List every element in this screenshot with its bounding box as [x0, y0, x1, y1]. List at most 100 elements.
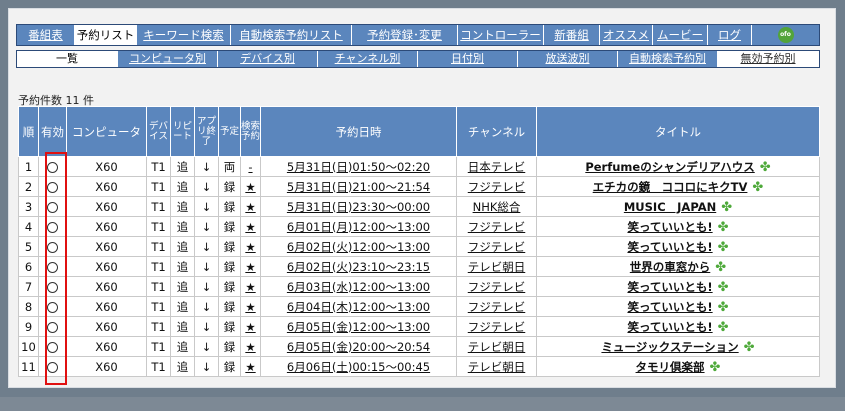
row-title-link[interactable]: エチカの鏡 ココロにキクTV ✤ [536, 176, 820, 197]
table-row[interactable]: 11 X60 T1 追 ↓ 録 ★ 6月06日(土)00:15～00:45 テレビ朝日 タモリ倶楽… [18, 356, 820, 377]
table-row[interactable]: 2 X60 T1 追 ↓ 録 ★ 5月31日(日)21:00～21:54 フジテレビ エチカの鏡 … [18, 176, 820, 197]
clover-icon[interactable]: ✤ [715, 260, 726, 275]
clover-icon[interactable]: ✤ [744, 340, 755, 355]
clover-icon[interactable]: ✤ [760, 160, 771, 175]
clover-icon[interactable]: ✤ [718, 300, 729, 315]
row-channel-link[interactable]: フジテレビ [456, 216, 537, 237]
row-title-link[interactable]: ミュージックステーション ✤ [536, 336, 820, 357]
nav-logo-cell[interactable]: ofo [752, 25, 819, 45]
clover-icon[interactable]: ✤ [718, 240, 729, 255]
nav-tab-reservation-list[interactable]: 予約リスト [75, 25, 137, 45]
row-datetime-link[interactable]: 6月02日(火)23:10～23:15 [260, 256, 457, 277]
title-text[interactable]: 笑っていいとも! [627, 280, 712, 294]
title-text[interactable]: 笑っていいとも! [627, 320, 712, 334]
row-datetime-link[interactable]: 6月05日(金)12:00～13:00 [260, 316, 457, 337]
enabled-toggle[interactable] [38, 156, 67, 177]
row-channel-link[interactable]: テレビ朝日 [456, 256, 537, 277]
subnav-tab-by-auto-search[interactable]: 自動検索予約別 [618, 51, 718, 67]
row-channel-link[interactable]: フジテレビ [456, 276, 537, 297]
circle-icon[interactable] [47, 321, 58, 333]
table-row[interactable]: 10 X60 T1 追 ↓ 録 ★ 6月05日(金)20:00～20:54 テレビ朝日 ミュージッ… [18, 336, 820, 357]
row-datetime-link[interactable]: 6月04日(木)12:00～13:00 [260, 296, 457, 317]
row-title-link[interactable]: タモリ倶楽部 ✤ [536, 356, 820, 377]
circle-icon[interactable] [47, 261, 58, 273]
row-datetime-link[interactable]: 6月02日(火)12:00～13:00 [260, 236, 457, 257]
nav-tab-reservation-edit[interactable]: 予約登録･変更 [352, 25, 458, 45]
clover-icon[interactable]: ✤ [710, 360, 721, 375]
circle-icon[interactable] [47, 221, 58, 233]
circle-icon[interactable] [47, 341, 58, 353]
title-text[interactable]: タモリ倶楽部 [636, 360, 705, 374]
clover-icon[interactable]: ✤ [752, 180, 763, 195]
row-datetime-link[interactable]: 6月06日(土)00:15～00:45 [260, 356, 457, 377]
enabled-toggle[interactable] [38, 336, 67, 357]
circle-icon[interactable] [47, 181, 58, 193]
enabled-toggle[interactable] [38, 216, 67, 237]
nav-tab-movie[interactable]: ムービー [653, 25, 708, 45]
row-datetime-link[interactable]: 6月05日(金)20:00～20:54 [260, 336, 457, 357]
row-datetime-link[interactable]: 5月31日(日)23:30～00:00 [260, 196, 457, 217]
circle-icon[interactable] [47, 201, 58, 213]
row-channel-link[interactable]: テレビ朝日 [456, 356, 537, 377]
row-channel-link[interactable]: テレビ朝日 [456, 336, 537, 357]
row-title-link[interactable]: 笑っていいとも! ✤ [536, 216, 820, 237]
nav-tab-keyword-search[interactable]: キーワード検索 [137, 25, 231, 45]
row-datetime-link[interactable]: 5月31日(日)01:50～02:20 [260, 156, 457, 177]
title-text[interactable]: Perfumeのシャンデリアハウス [585, 160, 754, 174]
nav-tab-log[interactable]: ログ [708, 25, 752, 45]
enabled-toggle[interactable] [38, 316, 67, 337]
row-datetime-link[interactable]: 6月03日(水)12:00～13:00 [260, 276, 457, 297]
title-text[interactable]: 笑っていいとも! [627, 240, 712, 254]
table-row[interactable]: 8 X60 T1 追 ↓ 録 ★ 6月04日(木)12:00～13:00 フジテレビ 笑っていいと… [18, 296, 820, 317]
row-datetime-link[interactable]: 5月31日(日)21:00～21:54 [260, 176, 457, 197]
clover-icon[interactable]: ✤ [718, 280, 729, 295]
row-channel-link[interactable]: フジテレビ [456, 236, 537, 257]
row-datetime-link[interactable]: 6月01日(月)12:00～13:00 [260, 216, 457, 237]
enabled-toggle[interactable] [38, 176, 67, 197]
nav-tab-new-programs[interactable]: 新番組 [544, 25, 600, 45]
table-row[interactable]: 1 X60 T1 追 ↓ 両 -5月31日(日)01:50～02:20 日本テレビ Perfum… [18, 156, 820, 177]
row-title-link[interactable]: 笑っていいとも! ✤ [536, 316, 820, 337]
enabled-toggle[interactable] [38, 256, 67, 277]
enabled-toggle[interactable] [38, 296, 67, 317]
subnav-tab-by-channel[interactable]: チャンネル別 [318, 51, 418, 67]
subnav-tab-all[interactable]: 一覧 [17, 51, 118, 67]
nav-tab-controller[interactable]: コントローラー [458, 25, 544, 45]
subnav-tab-by-computer[interactable]: コンピュータ別 [118, 51, 218, 67]
circle-icon[interactable] [47, 361, 58, 373]
table-row[interactable]: 3 X60 T1 追 ↓ 録 ★ 5月31日(日)23:30～00:00 NHK総合 MUSIC … [18, 196, 820, 217]
table-row[interactable]: 6 X60 T1 追 ↓ 録 ★ 6月02日(火)23:10～23:15 テレビ朝日 世界の車窓か… [18, 256, 820, 277]
title-text[interactable]: ミュージックステーション [601, 340, 738, 354]
nav-tab-program-guide[interactable]: 番組表 [17, 25, 75, 45]
enabled-toggle[interactable] [38, 196, 67, 217]
row-title-link[interactable]: 笑っていいとも! ✤ [536, 236, 820, 257]
subnav-tab-by-date[interactable]: 日付別 [418, 51, 518, 67]
circle-icon[interactable] [47, 161, 58, 173]
row-channel-link[interactable]: フジテレビ [456, 296, 537, 317]
row-title-link[interactable]: 笑っていいとも! ✤ [536, 296, 820, 317]
row-title-link[interactable]: MUSIC JAPAN ✤ [536, 196, 820, 217]
clover-icon[interactable]: ✤ [718, 220, 729, 235]
circle-icon[interactable] [47, 301, 58, 313]
table-row[interactable]: 5 X60 T1 追 ↓ 録 ★ 6月02日(火)12:00～13:00 フジテレビ 笑っていいと… [18, 236, 820, 257]
title-text[interactable]: 笑っていいとも! [627, 220, 712, 234]
clover-icon[interactable]: ✤ [721, 200, 732, 215]
title-text[interactable]: 世界の車窓から [630, 260, 711, 274]
row-channel-link[interactable]: NHK総合 [456, 196, 537, 217]
row-channel-link[interactable]: フジテレビ [456, 316, 537, 337]
nav-tab-recommend[interactable]: オススメ [600, 25, 653, 45]
circle-icon[interactable] [47, 241, 58, 253]
clover-icon[interactable]: ✤ [718, 320, 729, 335]
enabled-toggle[interactable] [38, 236, 67, 257]
enabled-toggle[interactable] [38, 356, 67, 377]
enabled-toggle[interactable] [38, 276, 67, 297]
nav-tab-auto-search-list[interactable]: 自動検索予約リスト [231, 25, 352, 45]
subnav-tab-by-device[interactable]: デバイス別 [218, 51, 318, 67]
subnav-tab-disabled[interactable]: 無効予約別 [718, 51, 819, 67]
row-title-link[interactable]: Perfumeのシャンデリアハウス ✤ [536, 156, 820, 177]
row-channel-link[interactable]: フジテレビ [456, 176, 537, 197]
title-text[interactable]: エチカの鏡 ココロにキクTV [593, 180, 748, 194]
circle-icon[interactable] [47, 281, 58, 293]
table-row[interactable]: 4 X60 T1 追 ↓ 録 ★ 6月01日(月)12:00～13:00 フジテレビ 笑っていいと… [18, 216, 820, 237]
title-text[interactable]: MUSIC JAPAN [624, 200, 716, 214]
